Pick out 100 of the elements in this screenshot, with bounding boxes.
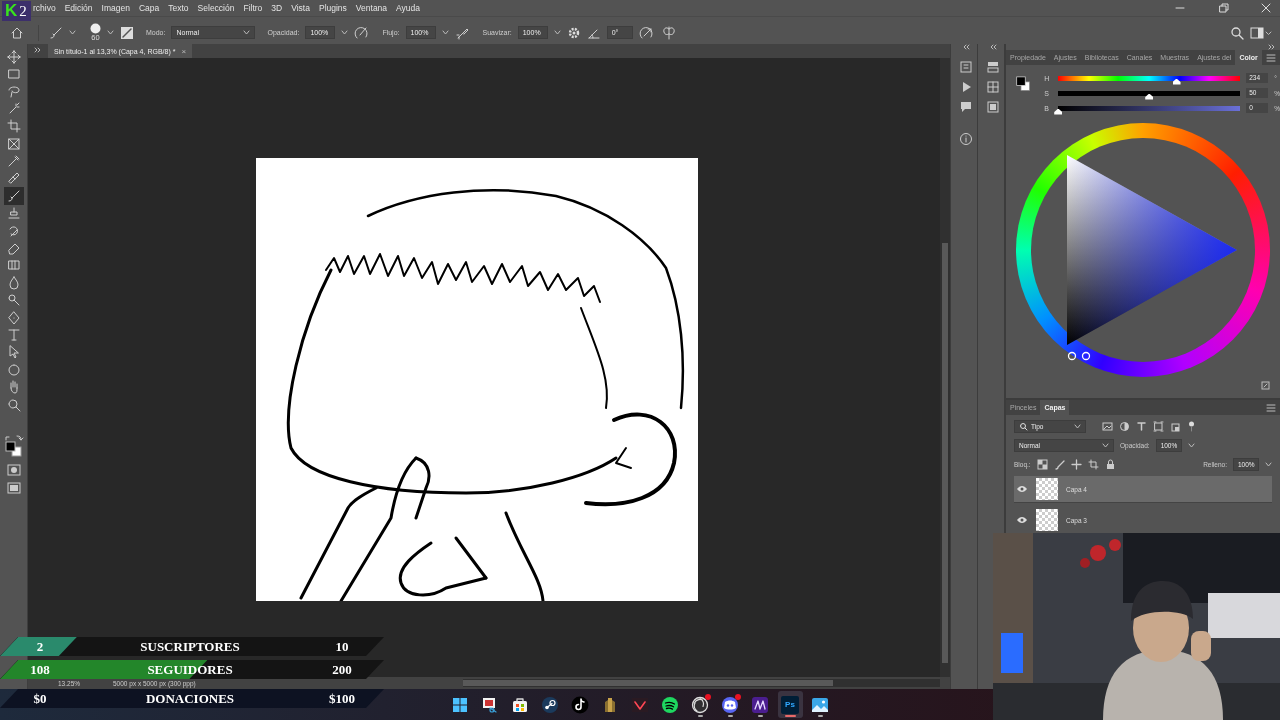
resize-icon[interactable]	[1261, 381, 1270, 390]
frame-icon	[6, 136, 21, 151]
scrollbar[interactable]	[940, 58, 950, 677]
caret-icon	[553, 30, 561, 35]
collapse-icon[interactable]	[962, 44, 970, 50]
brush-panel-icon[interactable]	[120, 25, 134, 40]
shape-filter-icon[interactable]	[1153, 421, 1164, 432]
caret-icon	[107, 30, 114, 35]
collapse-icon[interactable]	[989, 44, 997, 50]
caret-icon	[1102, 443, 1109, 448]
windows-icon	[451, 695, 469, 714]
scrollbar-thumb[interactable]	[463, 680, 833, 686]
eye-icon[interactable]	[1016, 485, 1028, 493]
tool-button[interactable]	[3, 187, 24, 205]
home-icon[interactable]	[10, 25, 24, 40]
menu-item[interactable]: Ayuda	[396, 3, 420, 13]
menu-icon[interactable]	[1266, 403, 1276, 412]
goal-label: SEGUIDORES	[146, 661, 234, 678]
menu-item[interactable]: Selección	[197, 3, 235, 13]
symmetry-icon[interactable]	[660, 24, 677, 41]
panel-icon[interactable]	[986, 100, 1000, 114]
layer-thumbnail	[1036, 509, 1058, 531]
screen-mode-icon[interactable]	[6, 481, 21, 496]
quick-mask-icon[interactable]	[6, 463, 21, 478]
lasso-icon	[6, 84, 21, 99]
workspace-icon[interactable]	[1250, 25, 1272, 40]
caret-icon	[441, 30, 449, 35]
pressure-size-icon[interactable]	[638, 24, 655, 41]
info-icon[interactable]	[959, 132, 973, 146]
type-filter-icon[interactable]	[1136, 421, 1147, 432]
piston-icon	[541, 695, 559, 714]
menu-item[interactable]: 3D	[271, 3, 283, 13]
slider-thumb[interactable]	[1172, 78, 1181, 85]
scrollbar[interactable]	[463, 679, 940, 687]
drop-icon	[6, 275, 21, 290]
goal-label: SUSCRIPTORES	[139, 638, 241, 655]
menu-item[interactable]: Capa	[138, 3, 160, 13]
menu-item[interactable]: Filtro	[243, 3, 263, 13]
running-indicator	[697, 715, 703, 717]
goal-target: $100	[328, 690, 356, 707]
zoom-icon	[6, 397, 21, 412]
menu-item[interactable]: Texto	[168, 3, 189, 13]
lock-artboard-icon[interactable]	[1087, 459, 1099, 470]
caret-icon	[69, 30, 76, 35]
layer-thumbnail	[1036, 478, 1058, 500]
eyedropper-icon	[6, 154, 21, 169]
shopping-bag-icon	[511, 695, 529, 714]
sound-waves-icon	[661, 695, 679, 714]
marquee-icon	[6, 67, 21, 82]
pressure-icon[interactable]	[354, 24, 371, 41]
brush-icon	[6, 188, 21, 203]
lock-brush-icon[interactable]	[1053, 459, 1065, 470]
gradient-icon	[6, 258, 21, 273]
lock-icon[interactable]	[1104, 459, 1116, 470]
lock-pixels-icon[interactable]	[1036, 459, 1048, 470]
menu-item[interactable]: Vista	[291, 3, 310, 13]
goal-target: 10	[334, 638, 350, 655]
slider-thumb[interactable]	[1145, 93, 1154, 100]
menu-item[interactable]: Plugins	[318, 3, 347, 13]
bandage-icon	[6, 171, 21, 186]
search-icon	[1019, 422, 1028, 431]
caret-icon	[1187, 443, 1195, 448]
expand-icon[interactable]	[34, 47, 42, 53]
menu-item[interactable]: Imagen	[101, 3, 130, 13]
smart-object-filter-icon[interactable]	[1170, 421, 1181, 432]
menu-item[interactable]: Ventana	[355, 3, 388, 13]
notification-badge	[704, 694, 711, 700]
menu-icon[interactable]	[1266, 53, 1276, 62]
brush-icon[interactable]	[49, 25, 63, 40]
menu-item[interactable]: rchivo	[33, 3, 56, 13]
collapse-icon[interactable]	[1268, 44, 1276, 50]
scissors-icon	[481, 695, 499, 714]
grid-icon[interactable]	[986, 80, 1000, 94]
lock-move-icon[interactable]	[1070, 459, 1082, 470]
v-mark-icon	[631, 695, 649, 714]
history-icon[interactable]	[959, 60, 973, 74]
search-icon[interactable]	[1230, 25, 1244, 40]
stamp-icon	[6, 206, 21, 221]
close-tab-button[interactable]: ×	[181, 46, 187, 56]
image-filter-icon[interactable]	[1102, 421, 1113, 432]
dodge-icon	[6, 293, 21, 308]
eye-icon[interactable]	[1016, 516, 1028, 524]
caret-icon	[243, 30, 251, 35]
pen-icon	[6, 310, 21, 325]
color-swatches-drawing[interactable]	[3, 435, 24, 458]
goal-current: 108	[29, 661, 51, 678]
filter-toggle-icon[interactable]	[1187, 421, 1196, 432]
eraser-icon	[6, 241, 21, 255]
layers-icon[interactable]	[986, 60, 1000, 74]
scribble-icon	[751, 695, 769, 714]
scrollbar-thumb[interactable]	[942, 243, 948, 663]
pointer-icon	[6, 345, 21, 360]
game-controller-icon	[721, 695, 739, 714]
slider-thumb[interactable]	[1054, 108, 1063, 115]
comment-icon[interactable]	[959, 100, 973, 114]
picker-markers-icon[interactable]	[1067, 351, 1091, 361]
aperture-icon	[691, 695, 709, 714]
settings-icon[interactable]	[566, 25, 581, 40]
adjustment-filter-icon[interactable]	[1119, 421, 1130, 432]
menu-item[interactable]: Edición	[64, 3, 93, 13]
